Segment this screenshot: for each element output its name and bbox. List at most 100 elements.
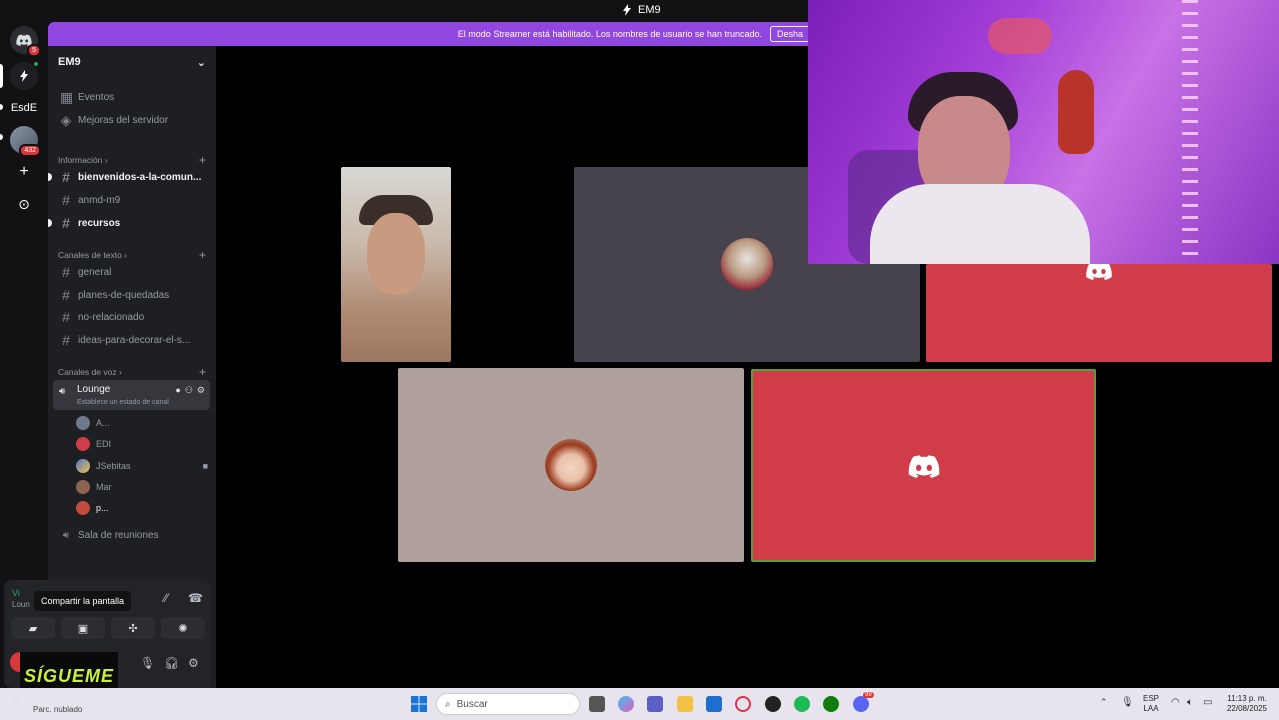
voice-user[interactable]: A... — [76, 414, 110, 432]
gear-icon[interactable]: ⚙ — [197, 385, 205, 396]
plus-icon[interactable]: + — [199, 365, 206, 379]
chevron-up-icon[interactable]: ⌃ — [1100, 697, 1108, 708]
discover-button[interactable]: ⊙ — [10, 190, 38, 218]
unread-indicator — [48, 173, 52, 181]
voice-channel-meeting-room[interactable]: 🔊︎ Sala de reuniones — [54, 525, 210, 545]
category-voice[interactable]: Canales de voz › + — [58, 365, 206, 379]
chat-icon[interactable]: ● — [175, 385, 180, 396]
channel-label: Sala de reuniones — [78, 529, 159, 541]
avatar — [76, 501, 90, 515]
avatar — [76, 416, 90, 430]
speaker-icon: 🔊︎ — [59, 386, 66, 397]
weather-label[interactable]: Parc. nublado — [33, 705, 82, 714]
video-tile-anime-avatar[interactable] — [398, 368, 744, 562]
direct-messages-button[interactable]: 5 — [10, 26, 41, 57]
headphones-icon[interactable]: 🎧︎ — [164, 656, 179, 670]
opera-icon[interactable] — [735, 696, 751, 712]
wifi-icon[interactable]: ◠ — [1171, 697, 1180, 708]
gear-icon[interactable]: ⚙ — [188, 656, 199, 670]
video-tile-camera[interactable] — [341, 167, 451, 362]
xbox-icon[interactable] — [823, 696, 839, 712]
battery-icon[interactable]: ▭ — [1203, 697, 1212, 708]
discord-notification-badge: 99 — [863, 692, 874, 698]
volume-icon[interactable]: 🔈︎ — [1187, 697, 1193, 708]
voice-user-name: p... — [96, 503, 109, 513]
discord-taskbar-icon[interactable] — [853, 696, 869, 712]
server-boost-label: Mejoras del servidor — [78, 114, 169, 126]
microphone-icon[interactable]: 🎙︎ — [1121, 697, 1134, 708]
channel-label: ideas-para-decorar-el-s... — [78, 334, 191, 346]
copilot-icon[interactable] — [618, 696, 634, 712]
dm-badge: 5 — [27, 44, 41, 57]
soundboard-button[interactable]: ✺ — [161, 617, 205, 639]
clock-date: 22/08/2025 — [1226, 704, 1268, 713]
share-screen-button[interactable]: ▣ — [61, 617, 105, 639]
channel-ideas-para-decorar[interactable]: # ideas-para-decorar-el-s... — [54, 330, 210, 350]
channel-label: no-relacionado — [78, 311, 145, 323]
microphone-icon[interactable]: 🎙︎ — [140, 656, 155, 670]
channel-anmd-m9[interactable]: # anmd-m9 — [54, 190, 210, 210]
voice-user[interactable]: p... — [76, 499, 109, 517]
channel-no-relacionado[interactable]: # no-relacionado — [54, 307, 210, 327]
spotify-icon[interactable] — [794, 696, 810, 712]
noise-suppression-icon[interactable]: ⁄⁄ — [164, 591, 168, 605]
camera-toggle-button[interactable]: ▰ — [11, 617, 55, 639]
disconnect-icon[interactable]: ☎ — [188, 591, 203, 605]
file-explorer-icon[interactable] — [677, 696, 693, 712]
compass-icon: ⊙ — [18, 195, 30, 212]
category-info[interactable]: Información › + — [58, 153, 206, 167]
windows-start-icon[interactable] — [411, 696, 427, 712]
task-view-icon[interactable] — [589, 696, 605, 712]
plus-icon[interactable]: + — [199, 153, 206, 167]
server-icon-photo[interactable]: 432 — [10, 126, 41, 157]
server-status-dot — [32, 60, 40, 68]
language-indicator[interactable]: ESP LAA — [1143, 694, 1159, 714]
server-icon-esde[interactable]: EsdE — [8, 94, 40, 122]
weather-icon[interactable]: ⛅︎ — [10, 694, 20, 709]
server-boost-item[interactable]: ◈ Mejoras del servidor — [54, 110, 210, 130]
video-tile-speaking[interactable] — [751, 369, 1096, 562]
editor-icon[interactable] — [706, 696, 722, 712]
video-tile-discord-default[interactable] — [926, 264, 1272, 362]
add-server-button[interactable]: + — [10, 158, 38, 186]
voice-user[interactable]: EDI — [76, 435, 111, 453]
discord-logo-icon — [1086, 264, 1112, 280]
window-title: EM9 — [622, 4, 661, 16]
hash-icon: # — [62, 169, 70, 185]
server-header[interactable]: EM9 ⌄ — [48, 46, 216, 78]
voice-channel-status[interactable]: Establece un estado de canal — [77, 399, 169, 406]
search-icon: ⌕ — [445, 698, 451, 710]
string-lights — [1182, 0, 1198, 264]
server-icon-em9[interactable] — [10, 60, 40, 90]
channel-planes-de-quedadas[interactable]: # planes-de-quedadas — [54, 285, 210, 305]
voice-user[interactable]: Mar — [76, 478, 112, 496]
lightning-icon — [20, 70, 28, 82]
obs-icon[interactable] — [765, 696, 781, 712]
plus-icon[interactable]: + — [199, 248, 206, 262]
streamer-shirt — [870, 184, 1090, 264]
clock[interactable]: 11:13 p. m. 22/08/2025 — [1222, 694, 1272, 714]
hash-icon: # — [62, 309, 70, 325]
calendar-icon: ▦ — [60, 88, 74, 105]
voice-connected-channel[interactable]: Loun — [12, 600, 30, 609]
events-item[interactable]: ▦ Eventos — [54, 87, 210, 107]
server-mention-badge: 432 — [19, 144, 41, 157]
avatar-anime — [545, 439, 597, 491]
channel-recursos[interactable]: # recursos — [54, 213, 210, 233]
voice-user[interactable]: JSebitas ■ — [76, 457, 208, 475]
streamer-mode-disable-button[interactable]: Desha — [769, 26, 810, 42]
channel-general[interactable]: # general — [54, 262, 210, 282]
teams-icon[interactable] — [647, 696, 663, 712]
channel-bienvenidos[interactable]: # bienvenidos-a-la-comun... — [54, 167, 210, 187]
category-text[interactable]: Canales de texto › + — [58, 248, 206, 262]
invite-icon[interactable]: ⚇ — [185, 385, 193, 396]
voice-channel-lounge[interactable]: 🔊︎ Lounge Establece un estado de canal ●… — [53, 380, 210, 410]
hash-icon: # — [62, 264, 70, 280]
voice-connected-status[interactable]: Vi — [12, 588, 20, 598]
taskbar-search-input[interactable]: ⌕ Buscar — [436, 693, 580, 715]
chevron-down-icon: ⌄ — [196, 56, 206, 69]
selected-server-indicator — [0, 64, 3, 88]
activities-button[interactable]: ✣ — [111, 617, 155, 639]
hash-icon: # — [62, 332, 70, 348]
channel-label: bienvenidos-a-la-comun... — [78, 171, 202, 183]
